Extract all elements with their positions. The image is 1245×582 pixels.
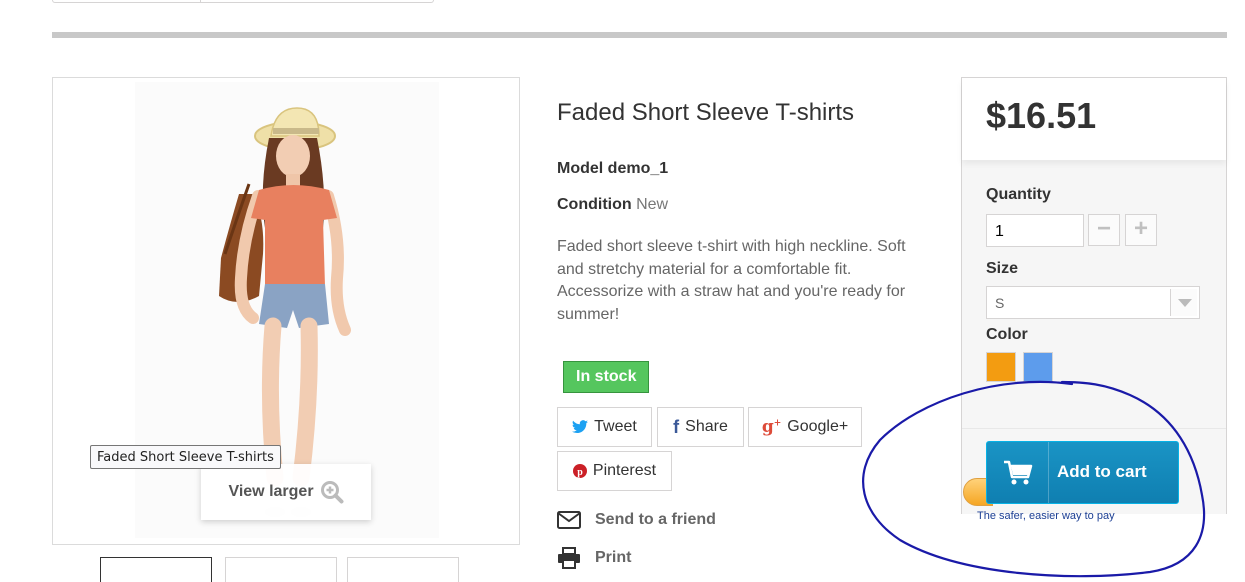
send-to-friend-link[interactable]: Send to a friend <box>557 508 716 532</box>
print-label: Print <box>595 549 632 566</box>
cart-icon-wrap <box>987 442 1049 503</box>
model-value: demo_1 <box>607 160 669 177</box>
google-plus-button[interactable]: g+ Google+ <box>748 407 862 447</box>
header-divider <box>200 0 201 2</box>
pinterest-button[interactable]: p Pinterest <box>557 451 672 491</box>
tweet-label: Tweet <box>594 418 637 435</box>
stock-status-badge: In stock <box>563 361 650 393</box>
header-search-box <box>52 0 434 3</box>
product-price: $16.51 <box>986 95 1097 136</box>
color-swatch-orange[interactable] <box>986 352 1016 382</box>
printer-icon <box>558 547 580 569</box>
add-to-cart-button[interactable]: Add to cart <box>986 441 1179 504</box>
thumbnail-2[interactable] <box>225 557 337 582</box>
quantity-label: Quantity <box>986 186 1051 203</box>
color-swatch-blue[interactable] <box>1023 352 1053 382</box>
header-rule <box>52 32 1227 38</box>
zoom-in-icon <box>320 481 344 504</box>
paypal-tagline: The safer, easier way to pay <box>977 510 1115 522</box>
size-label: Size <box>986 260 1019 277</box>
add-to-cart-label: Add to cart <box>1057 462 1147 481</box>
product-description: Faded short sleeve t-shirt with high nec… <box>557 238 906 323</box>
tweet-button[interactable]: Tweet <box>557 407 652 447</box>
share-label: Share <box>685 418 728 435</box>
view-larger-label: View larger <box>228 483 314 500</box>
quantity-decrease-button[interactable]: − <box>1088 214 1120 246</box>
condition-value: New <box>636 196 669 213</box>
google-label: Google+ <box>787 418 849 435</box>
thumbnail-3[interactable] <box>347 557 459 582</box>
plus-icon: + <box>1133 215 1148 242</box>
condition-row: Condition New <box>557 196 668 214</box>
quantity-increase-button[interactable]: + <box>1125 214 1157 246</box>
minus-icon: − <box>1096 215 1111 242</box>
color-label: Color <box>986 326 1028 343</box>
thumbnail-1[interactable] <box>100 557 212 582</box>
facebook-icon: f <box>673 416 680 437</box>
condition-label: Condition <box>557 196 632 213</box>
pinterest-icon: p <box>572 464 587 478</box>
chevron-down-icon <box>1170 289 1197 316</box>
print-link[interactable]: Print <box>557 546 631 570</box>
twitter-icon <box>572 420 589 434</box>
product-image-panel[interactable]: Faded Short Sleeve T-shirts View larger <box>52 77 520 545</box>
shopping-cart-icon <box>1003 460 1032 484</box>
size-value: S <box>995 295 1005 311</box>
pinterest-label: Pinterest <box>592 462 657 479</box>
price-area: $16.51 <box>962 78 1226 160</box>
model-label: Model <box>557 160 604 177</box>
svg-text:p: p <box>577 467 583 478</box>
view-larger-button[interactable]: View larger <box>201 464 371 520</box>
quantity-input[interactable]: 1 <box>986 214 1084 247</box>
facebook-share-button[interactable]: f Share <box>657 407 744 447</box>
product-title: Faded Short Sleeve T-shirts <box>557 99 855 126</box>
size-select[interactable]: S <box>986 286 1200 319</box>
envelope-icon <box>557 511 581 529</box>
image-tooltip: Faded Short Sleeve T-shirts <box>90 445 281 469</box>
send-to-friend-label: Send to a friend <box>595 511 716 528</box>
google-plus-icon: g+ <box>761 417 782 437</box>
model-row: Model demo_1 <box>557 160 668 178</box>
